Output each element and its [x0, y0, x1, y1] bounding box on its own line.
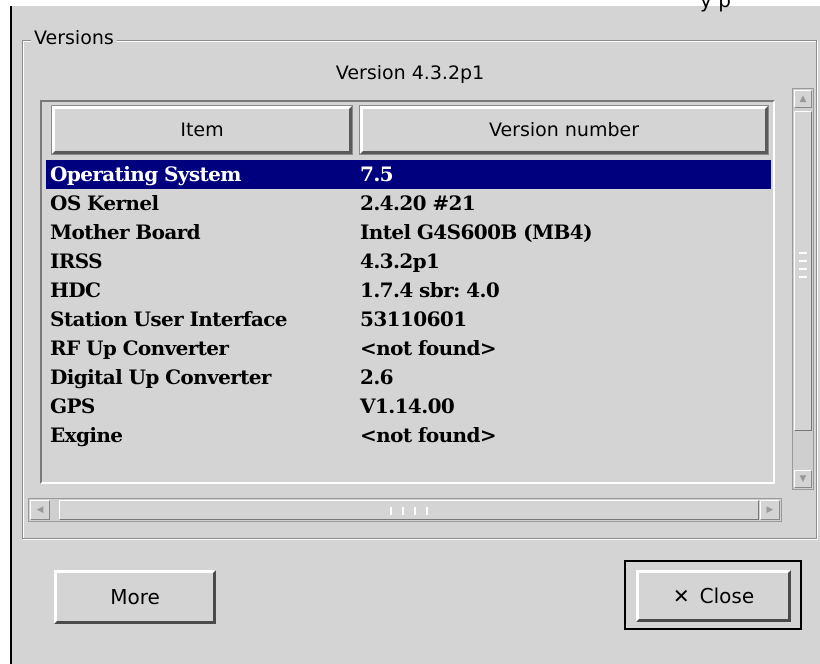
- cell-version: <not found>: [360, 423, 497, 447]
- table-row[interactable]: RF Up Converter <not found>: [46, 334, 771, 363]
- cell-version: Intel G4S600B (MB4): [360, 220, 593, 244]
- cell-item: IRSS: [50, 249, 103, 273]
- column-header-version[interactable]: Version number: [359, 105, 769, 155]
- version-caption: Version 4.3.2p1: [335, 62, 485, 84]
- cell-version: V1.14.00: [360, 394, 455, 418]
- group-title: Versions: [31, 26, 117, 50]
- grip-icon: [390, 507, 428, 515]
- cell-version: 2.4.20 #21: [360, 191, 476, 215]
- table-row[interactable]: Station User Interface 53110601: [46, 305, 771, 334]
- horizontal-scrollbar[interactable]: ◀ ▶: [28, 498, 782, 522]
- cell-version: 2.6: [360, 365, 394, 389]
- cutoff-title-text: y p: [700, 0, 731, 12]
- list-header: Item Version number: [46, 105, 771, 158]
- table-row[interactable]: IRSS 4.3.2p1: [46, 247, 771, 276]
- vertical-scroll-thumb[interactable]: [794, 111, 812, 431]
- versions-list[interactable]: Item Version number Operating System 7.5 O…: [40, 100, 775, 484]
- horizontal-scroll-thumb[interactable]: [59, 500, 759, 520]
- cell-version: 1.7.4 sbr: 4.0: [360, 278, 500, 302]
- arrow-left-icon[interactable]: ◀: [30, 500, 50, 520]
- close-button-label: Close: [699, 584, 755, 608]
- x-icon: ✕: [672, 584, 690, 608]
- column-header-item[interactable]: Item: [51, 105, 353, 155]
- vertical-scrollbar[interactable]: ▲ ▼: [792, 88, 814, 490]
- list-rows: Operating System 7.5 OS Kernel 2.4.20 #21 Mo…: [46, 160, 771, 450]
- cell-item: Exgine: [50, 423, 123, 447]
- table-row[interactable]: GPS V1.14.00: [46, 392, 771, 421]
- close-button[interactable]: ✕ Close: [636, 570, 791, 622]
- cell-item: Digital Up Converter: [50, 365, 271, 389]
- table-row[interactable]: Exgine <not found>: [46, 421, 771, 450]
- cell-version: 7.5: [360, 162, 394, 186]
- cell-version: 4.3.2p1: [360, 249, 440, 273]
- cell-item: Operating System: [50, 162, 241, 186]
- table-row[interactable]: Mother Board Intel G4S600B (MB4): [46, 218, 771, 247]
- arrow-down-icon[interactable]: ▼: [794, 470, 812, 488]
- arrow-up-icon[interactable]: ▲: [794, 90, 812, 108]
- cell-version: <not found>: [360, 336, 497, 360]
- more-button-label: More: [110, 585, 160, 609]
- table-row[interactable]: OS Kernel 2.4.20 #21: [46, 189, 771, 218]
- table-row[interactable]: HDC 1.7.4 sbr: 4.0: [46, 276, 771, 305]
- cell-item: Mother Board: [50, 220, 201, 244]
- grip-icon: [799, 252, 807, 284]
- cell-item: OS Kernel: [50, 191, 159, 215]
- cell-version: 53110601: [360, 307, 467, 331]
- table-row[interactable]: Digital Up Converter 2.6: [46, 363, 771, 392]
- cell-item: HDC: [50, 278, 101, 302]
- table-row[interactable]: Operating System 7.5: [46, 160, 771, 189]
- cell-item: RF Up Converter: [50, 336, 229, 360]
- window-left-edge: [0, 6, 12, 664]
- cell-item: GPS: [50, 394, 95, 418]
- more-button[interactable]: More: [54, 570, 216, 624]
- cell-item: Station User Interface: [50, 307, 288, 331]
- window-top-edge: [0, 0, 820, 6]
- arrow-right-icon[interactable]: ▶: [760, 500, 780, 520]
